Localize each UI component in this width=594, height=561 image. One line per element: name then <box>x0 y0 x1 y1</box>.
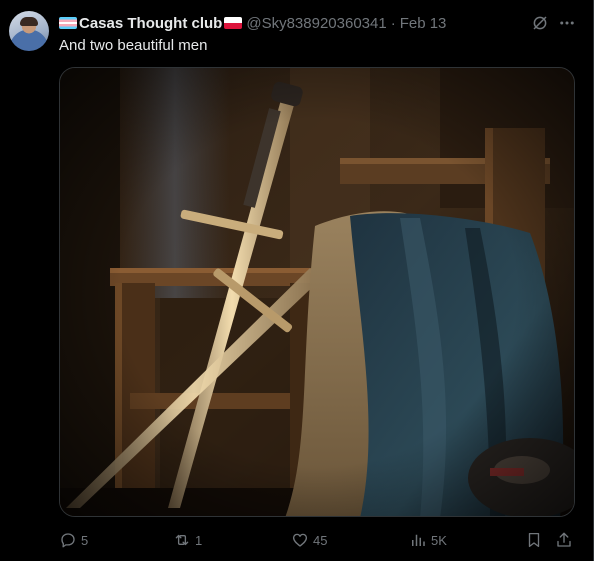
display-name[interactable]: Casas Thought club <box>79 15 222 32</box>
poland-flag-icon <box>224 17 243 29</box>
post-date[interactable]: Feb 13 <box>400 15 447 32</box>
reply-count: 5 <box>81 532 89 548</box>
view-count: 5K <box>431 532 447 548</box>
bookmark-icon <box>528 532 540 548</box>
user-handle[interactable]: @Sky838920360341 <box>246 15 386 32</box>
tweet-text: And two beautiful men <box>59 37 208 54</box>
tweet[interactable]: Casas Thought club @Sky838920360341 · Fe… <box>0 0 594 561</box>
like-button[interactable]: 45 <box>291 530 327 550</box>
repost-button[interactable]: 1 <box>173 530 202 550</box>
separator-dot: · <box>390 14 396 32</box>
avatar[interactable] <box>9 11 49 51</box>
repost-icon <box>175 534 189 546</box>
share-icon <box>557 532 571 547</box>
tweet-image[interactable] <box>59 67 575 517</box>
reply-button[interactable]: 5 <box>59 530 88 550</box>
tweet-header: Casas Thought club @Sky838920360341 · Fe… <box>59 13 446 33</box>
more-icon[interactable] <box>558 14 576 32</box>
swords-chair-photo <box>60 68 574 516</box>
like-count: 45 <box>313 532 328 548</box>
share-button[interactable] <box>555 530 577 550</box>
transgender-flag-icon <box>59 17 77 29</box>
reply-icon <box>61 533 75 548</box>
heart-icon <box>292 533 308 547</box>
repost-count: 1 <box>195 532 203 548</box>
grok-icon[interactable] <box>531 14 549 32</box>
views-button[interactable]: 5K <box>409 530 447 550</box>
action-bar: 5 1 45 5K <box>59 530 579 550</box>
analytics-icon <box>412 534 425 546</box>
bookmark-button[interactable] <box>525 530 547 550</box>
